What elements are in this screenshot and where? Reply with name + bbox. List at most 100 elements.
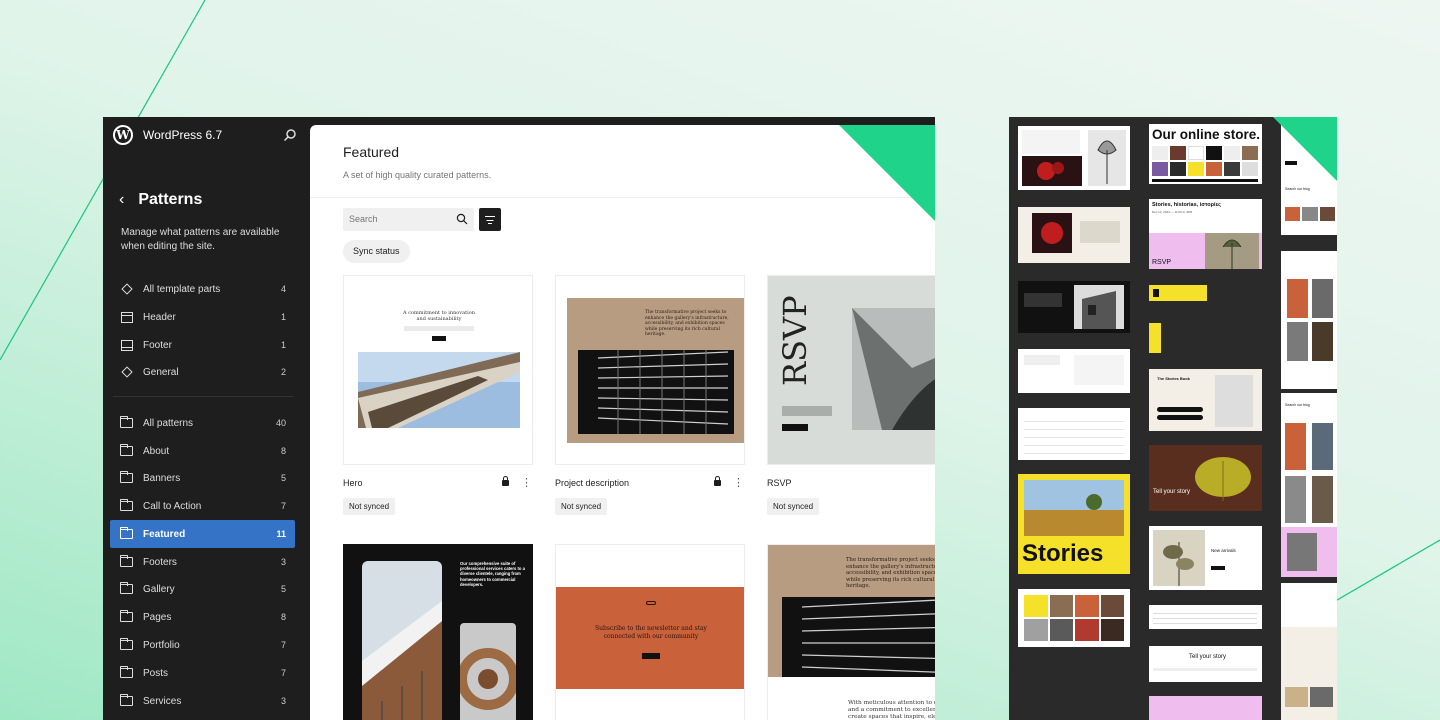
more-options-icon[interactable]: ⋮ <box>521 478 532 489</box>
botanical-image <box>1088 130 1126 186</box>
flower-image <box>1022 156 1082 186</box>
site-editor-window: W WordPress 6.7 ‹ Patterns Manage what p… <box>103 117 935 720</box>
pattern-card-services[interactable]: Our comprehensive suite of professional … <box>343 544 533 720</box>
overview-pattern-store[interactable]: Our online store. <box>1149 124 1262 184</box>
search-placeholder: Search <box>349 214 378 224</box>
preview-heading <box>1024 355 1060 365</box>
more-options-icon[interactable]: ⋮ <box>733 478 744 489</box>
product-grid <box>1152 146 1258 176</box>
page-subtitle: A set of high quality curated patterns. <box>343 170 492 180</box>
diamond-icon <box>120 366 133 378</box>
brand[interactable]: W WordPress 6.7 <box>113 125 222 145</box>
pattern-title: Hero <box>343 478 363 488</box>
blog-grid <box>1285 423 1333 523</box>
sidebar-item-footer[interactable]: Footer 1 <box>110 331 295 359</box>
sidebar-item-services[interactable]: Services 3 <box>110 687 295 715</box>
overview-pattern-faq[interactable] <box>1018 408 1130 460</box>
filter-icon[interactable] <box>479 208 501 231</box>
folder-icon <box>119 471 133 484</box>
overview-pattern-book[interactable]: The Stories Book <box>1149 369 1262 431</box>
sidebar-item-gallery[interactable]: Gallery 5 <box>110 575 295 603</box>
book-cover <box>1215 375 1253 427</box>
sidebar-item-banners[interactable]: Banners 5 <box>110 464 295 492</box>
sidebar-item-posts[interactable]: Posts 7 <box>110 659 295 687</box>
store-heading: Our online store. <box>1152 127 1261 142</box>
overview-pattern-blog-2[interactable]: Search our blog <box>1281 393 1337 533</box>
overview-pattern-pink[interactable] <box>1281 527 1337 577</box>
field-image <box>1024 480 1124 536</box>
overview-pattern-new-arrivals[interactable]: New arrivals <box>1149 526 1262 590</box>
sidebar-item-general[interactable]: General 2 <box>110 358 295 386</box>
footer-layout-icon <box>120 339 133 351</box>
botanical-image <box>1153 530 1205 586</box>
overview-pattern-about-2[interactable] <box>1281 583 1337 631</box>
search-input[interactable]: Search <box>343 208 474 231</box>
sidebar-item-call-to-action[interactable]: Call to Action 7 <box>110 492 295 520</box>
overview-pattern-about[interactable] <box>1018 207 1130 263</box>
preview-pink-block: RSVP <box>1149 233 1262 269</box>
pattern-preview[interactable]: The transformative project seeks to enha… <box>767 544 935 720</box>
sidebar-item-all-patterns[interactable]: All patterns 40 <box>110 409 295 437</box>
header-layout-icon <box>120 311 133 323</box>
overview-pattern-cta[interactable] <box>1149 285 1207 301</box>
search-icon[interactable] <box>283 128 297 142</box>
folder-icon <box>119 555 133 568</box>
preview-heading: The transformative project seeks to enha… <box>645 310 729 338</box>
overview-pattern-stories[interactable]: Stories <box>1018 474 1130 574</box>
sidebar-divider <box>113 396 293 397</box>
patterns-overview-grid: Stories Our online store. Stories, histo… <box>1009 117 1337 720</box>
pattern-card-project-description[interactable]: The transformative project seeks to enha… <box>555 275 745 515</box>
overview-pattern-gallery[interactable] <box>1018 589 1130 647</box>
pattern-card-hero[interactable]: A commitment to innovation and sustainab… <box>343 275 533 515</box>
pattern-card-newsletter[interactable]: Subscribe to the newsletter and stay con… <box>555 544 745 720</box>
pattern-preview[interactable]: A commitment to innovation and sustainab… <box>343 275 533 465</box>
patterns-main-panel: Featured A set of high quality curated p… <box>310 125 935 720</box>
overview-pattern-tell-story[interactable]: Tell your story <box>1149 445 1262 511</box>
overview-pattern-pink-footer[interactable] <box>1149 696 1262 720</box>
preview-heading: RSVP <box>776 295 814 386</box>
sync-status-badge: Not synced <box>767 498 820 515</box>
pattern-card-project-detail[interactable]: The transformative project seeks to enha… <box>767 544 935 720</box>
sidebar-item-all-template-parts[interactable]: All template parts 4 <box>110 275 295 303</box>
search-icon <box>456 213 468 225</box>
sidebar-item-about[interactable]: About 8 <box>110 437 295 465</box>
overview-pattern-text[interactable] <box>1018 349 1130 393</box>
overview-pattern-intro-text[interactable] <box>1149 605 1262 629</box>
sync-status-filter-chip[interactable]: Sync status <box>343 240 410 263</box>
overview-pattern-episodes[interactable] <box>1281 627 1337 720</box>
preview-image <box>1287 533 1317 571</box>
sidebar-item-pages[interactable]: Pages 8 <box>110 603 295 631</box>
preview-paragraph <box>1080 221 1120 243</box>
preview-button <box>432 336 446 341</box>
sidebar-item-footers[interactable]: Footers 3 <box>110 548 295 576</box>
overview-pattern-yellow-strip[interactable] <box>1149 323 1161 353</box>
lock-icon <box>502 476 509 486</box>
botanical-image <box>1205 233 1259 269</box>
diamond-icon <box>120 283 133 295</box>
sidebar-item-portfolio[interactable]: Portfolio 7 <box>110 631 295 659</box>
search-blog-label-2: Search our blog <box>1285 403 1310 407</box>
pattern-preview[interactable]: Subscribe to the newsletter and stay con… <box>555 544 745 720</box>
sidebar-item-header[interactable]: Header 1 <box>110 303 295 331</box>
pattern-preview[interactable]: The transformative project seeks to enha… <box>555 275 745 465</box>
blog-grid <box>1287 279 1333 361</box>
overview-pattern-flower[interactable] <box>1018 126 1130 190</box>
pattern-preview[interactable]: RSVP <box>767 275 935 465</box>
chevron-left-icon[interactable]: ‹ <box>119 191 124 209</box>
pattern-preview[interactable]: Our comprehensive suite of professional … <box>343 544 533 720</box>
sidebar-item-featured[interactable]: Featured 11 <box>110 520 295 548</box>
building-image <box>1074 285 1124 329</box>
overview-pattern-blog-1[interactable]: Search our blog <box>1281 179 1337 235</box>
preview-heading: Our comprehensive suite of professional … <box>460 561 525 587</box>
search-blog-label: Search our blog <box>1285 187 1310 191</box>
preview-button <box>1157 415 1203 420</box>
sidebar: W WordPress 6.7 ‹ Patterns Manage what p… <box>103 117 308 720</box>
sidebar-title: Patterns <box>138 191 203 208</box>
overview-pattern-dark[interactable] <box>1018 281 1130 333</box>
overview-pattern-rsvp-stories[interactable]: Stories, historias, iστορίες Dec 12, 202… <box>1149 199 1262 269</box>
preview-button <box>1157 407 1203 412</box>
episodes-thumbs <box>1285 687 1333 707</box>
overview-pattern-tell-story-cta[interactable]: Tell your story <box>1149 646 1262 682</box>
pattern-card-rsvp[interactable]: RSVP RSVP Not synced <box>767 275 935 515</box>
overview-pattern-blog-grid[interactable] <box>1281 251 1337 389</box>
